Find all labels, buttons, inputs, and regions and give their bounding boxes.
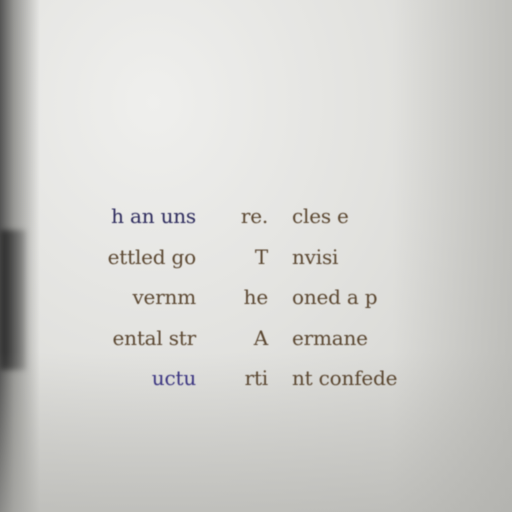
text-line: rti (244, 366, 269, 390)
text-line: oned a p (292, 285, 378, 309)
text-line: nt confede (292, 366, 398, 390)
left-dark-patch (0, 230, 26, 370)
text-line: uctu (151, 366, 196, 390)
text-column-1: h an uns ettled go vernm ental str uctu (86, 196, 197, 399)
photo-scene: h an uns ettled go vernm ental str uctu … (0, 0, 512, 512)
text-line: ermane (292, 325, 368, 350)
text-line: vernm (132, 285, 196, 309)
text-line: he (243, 285, 269, 309)
text-line: nvisi (292, 244, 339, 269)
text-line: T (254, 244, 268, 269)
text-line: ettled go (107, 244, 197, 269)
text-line: cles e (292, 204, 349, 228)
text-line: A (253, 325, 268, 350)
text-line: h an uns (111, 204, 196, 228)
text-column-2: re. T he A rti (218, 196, 268, 399)
text-line: ental str (112, 325, 197, 350)
text-line: re. (240, 204, 268, 228)
text-column-3: cles e nvisi oned a p ermane nt confede (292, 196, 416, 399)
